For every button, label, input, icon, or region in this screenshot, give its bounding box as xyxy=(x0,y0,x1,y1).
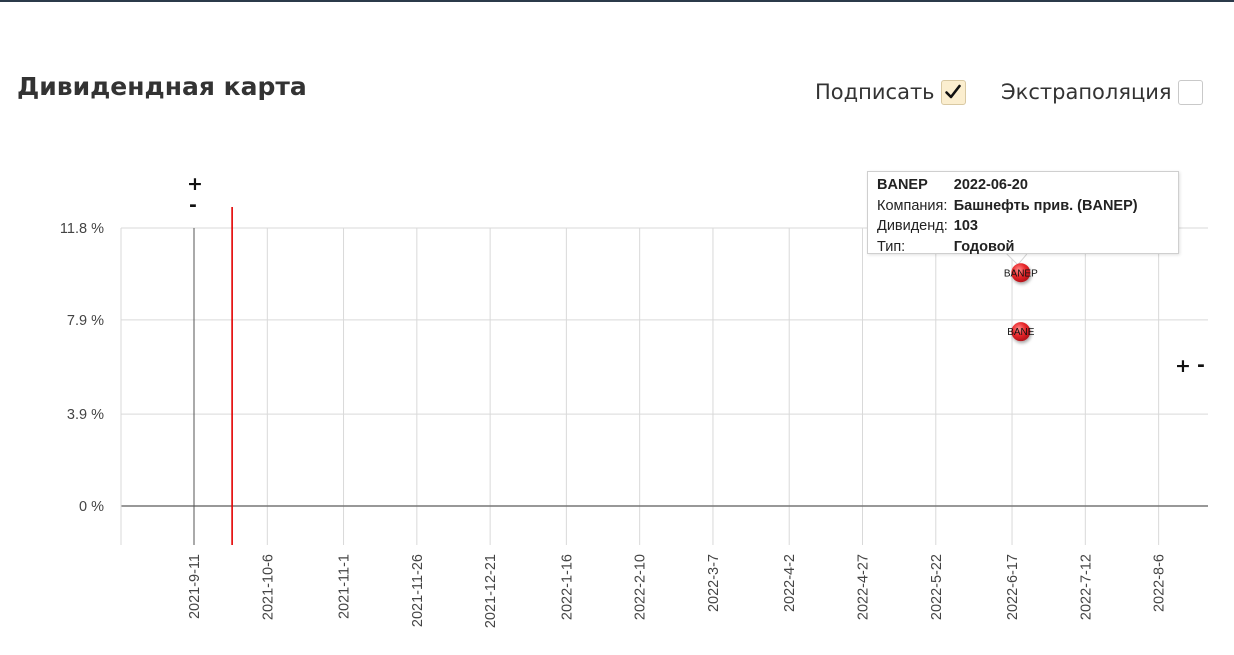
x-tick-label: 2022-4-27 xyxy=(855,554,871,620)
extrapolation-option[interactable]: Экстраполяция xyxy=(1001,77,1203,107)
y-tick-label: 11.8 % xyxy=(60,221,104,237)
tooltip-company: Башнефть прив. (BANEP) xyxy=(953,197,1138,214)
sign-label: Подписать xyxy=(815,80,935,104)
x-tick-label: 2022-6-17 xyxy=(1005,554,1021,620)
point-tooltip: BANEP 2022-06-20 Компания: Башнефть прив… xyxy=(867,171,1179,255)
y-tick-label: 3.9 % xyxy=(67,407,104,423)
tooltip-dividend: 103 xyxy=(953,218,978,234)
x-tick-label: 2022-7-12 xyxy=(1078,554,1094,620)
top-border xyxy=(0,0,1234,2)
y-tick-label: 7.9 % xyxy=(67,313,104,329)
y-tick-label: 0 % xyxy=(79,499,104,515)
tooltip-type-label: Тип: xyxy=(877,238,906,255)
page-title: Дивидендная карта xyxy=(17,72,307,101)
tooltip-ticker: BANEP xyxy=(877,177,928,193)
y-zoom-in-button[interactable]: + xyxy=(187,175,203,194)
data-point-label: BANE xyxy=(1007,327,1035,338)
x-tick-label: 2022-4-2 xyxy=(782,554,798,612)
y-zoom-out-button[interactable]: - xyxy=(189,196,197,215)
x-tick-label: 2021-9-11 xyxy=(187,554,203,619)
data-point-label: BANEP xyxy=(1004,268,1038,279)
extrapolation-checkbox[interactable] xyxy=(1177,79,1203,105)
extrapolation-label: Экстраполяция xyxy=(1001,80,1172,104)
x-tick-label: 2022-5-22 xyxy=(929,554,945,620)
x-tick-label: 2022-1-16 xyxy=(559,554,575,620)
x-zoom-in-button[interactable]: + xyxy=(1175,357,1191,376)
x-zoom-out-button[interactable]: - xyxy=(1197,356,1205,375)
tooltip-date: 2022-06-20 xyxy=(953,177,1028,193)
x-tick-label: 2021-12-21 xyxy=(483,554,499,628)
tooltip-dividend-label: Дивиденд: xyxy=(877,218,948,234)
tooltip-company-label: Компания: xyxy=(877,197,948,214)
x-tick-label: 2021-11-26 xyxy=(410,554,426,627)
x-tick-label: 2022-2-10 xyxy=(633,554,649,620)
x-tick-label: 2022-8-6 xyxy=(1152,554,1168,612)
dividend-chart[interactable]: 0 % 3.9 % 7.9 % 11.8 % 2021-9-11 2021-10-6 202… xyxy=(0,140,1234,655)
x-tick-label: 2021-11-1 xyxy=(337,554,353,619)
x-tick-label: 2021-10-6 xyxy=(260,554,276,620)
sign-option[interactable]: Подписать xyxy=(815,77,966,107)
tooltip-type: Годовой xyxy=(953,238,1015,255)
x-tick-label: 2022-3-7 xyxy=(706,554,722,612)
checkmark-icon xyxy=(945,84,961,99)
sign-checkbox[interactable] xyxy=(940,79,966,105)
